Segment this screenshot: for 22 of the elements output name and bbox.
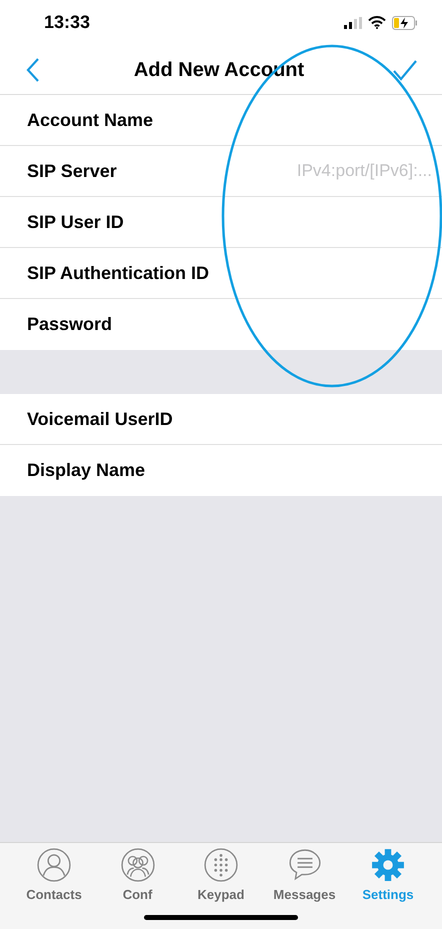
field-label: SIP Server (27, 160, 117, 182)
tab-item[interactable]: Contacts (14, 848, 94, 904)
signal-icon (344, 16, 362, 28)
battery-charging-icon (392, 16, 418, 30)
group-icon (120, 848, 154, 882)
tab-item[interactable]: Messages (264, 848, 344, 904)
field-label: SIP User ID (27, 210, 124, 234)
field-label: Password (27, 313, 112, 336)
tab-item[interactable]: Keypad (181, 848, 261, 904)
status-time: 13:33 (44, 11, 90, 34)
speech-bubble-icon (288, 848, 322, 882)
input-field[interactable]: IPv4:port/[IPv6]:... (242, 156, 432, 186)
field-label: Display Name (27, 459, 146, 482)
settings-icon (371, 848, 405, 882)
person-icon (37, 848, 71, 882)
field-label: SIP Authentication ID (27, 262, 210, 284)
field-label: Voicemail UserID (27, 408, 173, 430)
field-label: Account Name (27, 108, 154, 132)
tab-item[interactable]: Conf (98, 848, 178, 904)
tab-item[interactable]: Settings (348, 848, 428, 904)
keypad-icon (204, 848, 238, 882)
wifi-icon (368, 16, 386, 29)
